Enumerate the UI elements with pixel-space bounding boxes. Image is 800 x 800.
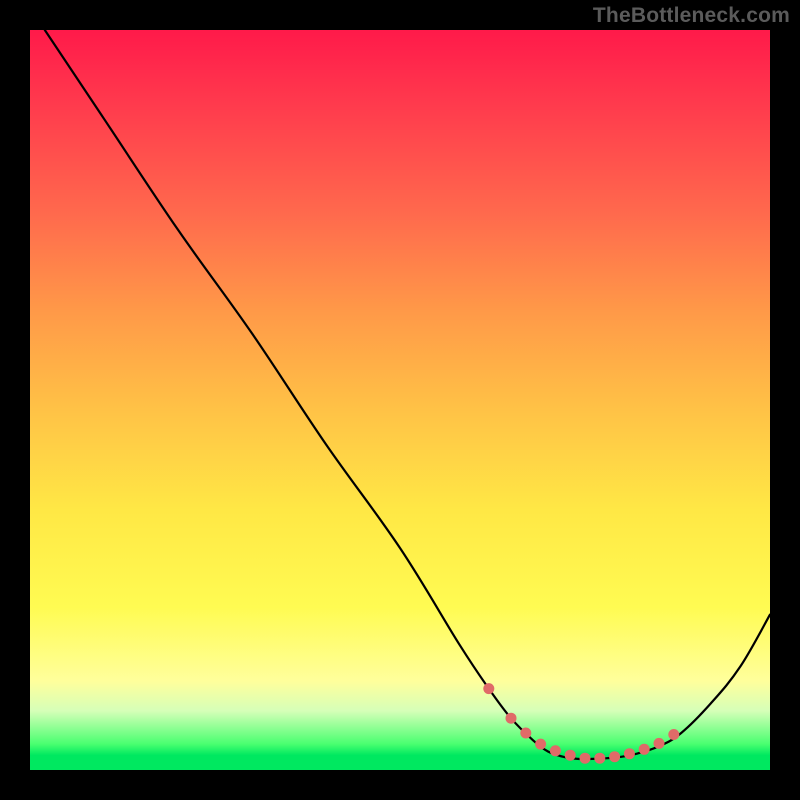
watermark-text: TheBottleneck.com — [593, 4, 790, 28]
highlight-dot — [609, 751, 620, 762]
bottleneck-curve-path — [45, 30, 770, 759]
highlight-dot — [506, 713, 517, 724]
chart-frame: TheBottleneck.com — [0, 0, 800, 800]
highlight-dot — [624, 748, 635, 759]
highlight-dot — [535, 739, 546, 750]
chart-svg — [30, 30, 770, 770]
highlight-dot — [550, 745, 561, 756]
highlight-dot — [483, 683, 494, 694]
highlight-dot — [580, 753, 591, 764]
highlight-dots-group — [483, 683, 679, 764]
highlight-dot — [520, 728, 531, 739]
highlight-dot — [594, 753, 605, 764]
highlight-dot — [639, 744, 650, 755]
highlight-dot — [668, 729, 679, 740]
highlight-dot — [565, 750, 576, 761]
plot-area — [30, 30, 770, 770]
highlight-dot — [654, 738, 665, 749]
